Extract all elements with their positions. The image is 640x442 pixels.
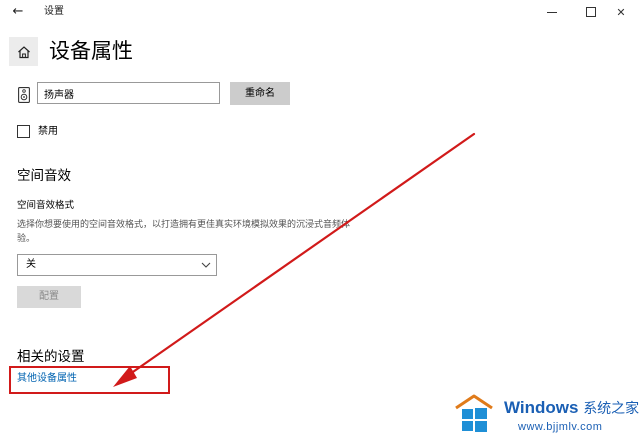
speaker-icon xyxy=(18,87,30,103)
minimize-button[interactable] xyxy=(533,0,571,24)
chevron-down-icon xyxy=(201,262,211,268)
rename-button[interactable]: 重命名 xyxy=(230,82,290,105)
spatial-audio-heading: 空间音效 xyxy=(17,168,71,184)
maximize-icon xyxy=(586,7,596,17)
back-button[interactable]: ← xyxy=(8,3,28,21)
settings-window: ← 设置 ✕ 设备属性 重命名 禁用 空间音效 空间音效格式 选择你想要使用的空… xyxy=(0,0,640,442)
watermark-url: www.bjjmlv.com xyxy=(518,421,603,433)
configure-button[interactable]: 配置 xyxy=(17,286,81,308)
arrow-left-icon: ← xyxy=(12,4,24,19)
spatial-audio-description: 选择你想要使用的空间音效格式，以打造拥有更佳真实环境模拟效果的沉浸式音频体验。 xyxy=(17,220,351,244)
home-button[interactable] xyxy=(9,37,38,66)
watermark-brand-cn: 系统之家 xyxy=(583,401,640,417)
watermark-brand-en: Windows xyxy=(504,398,579,417)
spatial-audio-format-select[interactable]: 关 xyxy=(17,254,217,276)
annotation-highlight-box xyxy=(9,366,170,394)
title-bar: ← 设置 ✕ xyxy=(0,0,640,24)
windows-logo-icon xyxy=(455,394,493,432)
disable-checkbox[interactable] xyxy=(17,125,30,138)
spatial-audio-format-label: 空间音效格式 xyxy=(17,200,75,211)
device-name-input[interactable] xyxy=(37,82,220,104)
related-settings-heading: 相关的设置 xyxy=(17,349,85,365)
watermark: Windows 系统之家 www.bjjmlv.com xyxy=(452,392,639,438)
app-title: 设置 xyxy=(44,6,64,17)
watermark-brand: Windows 系统之家 xyxy=(504,398,639,419)
home-icon xyxy=(17,45,30,58)
close-icon: ✕ xyxy=(616,5,626,19)
select-value: 关 xyxy=(26,259,36,270)
minimize-icon xyxy=(547,11,557,13)
close-button[interactable]: ✕ xyxy=(602,0,640,24)
disable-label: 禁用 xyxy=(38,126,58,137)
page-title: 设备属性 xyxy=(49,39,133,63)
